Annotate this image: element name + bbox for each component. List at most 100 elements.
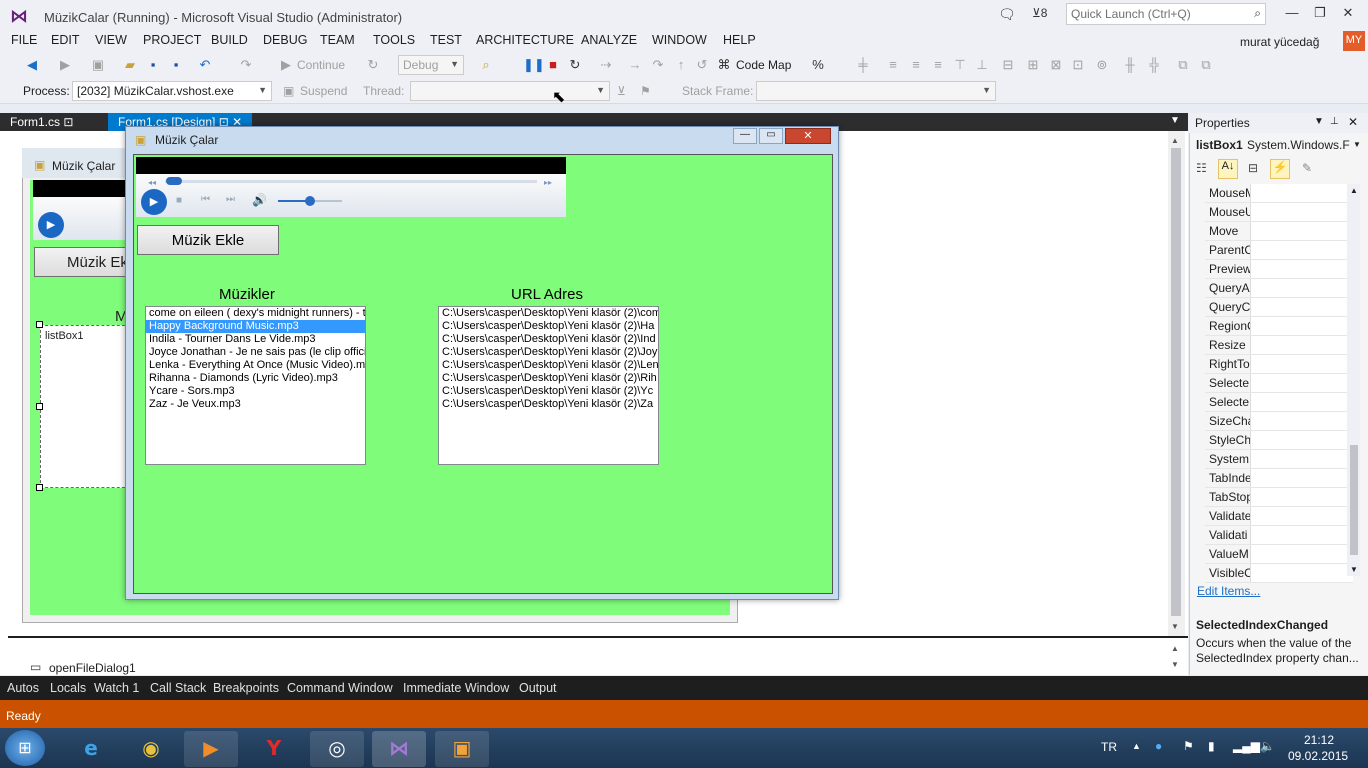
pin-icon[interactable]: ⊡ [63, 115, 73, 129]
align-center-icon[interactable]: ≡ [908, 57, 924, 73]
internet-explorer-icon[interactable]: e [64, 731, 118, 767]
find-icon[interactable]: ⌕ [478, 57, 494, 73]
forward-icon[interactable]: ▶ [57, 57, 73, 73]
edit-items-link[interactable]: Edit Items... [1197, 584, 1260, 598]
property-value[interactable] [1250, 545, 1353, 563]
hex-icon[interactable]: ↺ [694, 57, 710, 73]
step-over-icon[interactable]: ↷ [650, 57, 666, 73]
chevron-down-icon[interactable]: ▼ [1353, 140, 1361, 149]
minimize-button[interactable]: — [1280, 5, 1304, 25]
bring-front-icon[interactable]: ⧉ [1175, 57, 1191, 73]
continue-icon[interactable]: ▶ [278, 57, 294, 73]
property-value[interactable] [1250, 469, 1353, 487]
property-value[interactable] [1250, 412, 1353, 430]
property-value[interactable] [1250, 374, 1353, 392]
maximize-button[interactable]: ❐ [1308, 5, 1332, 25]
property-row[interactable]: ParentC [1205, 241, 1353, 260]
menu-build[interactable]: BUILD [211, 33, 248, 47]
align-right-icon[interactable]: ≡ [930, 57, 946, 73]
properties-pin-icon[interactable]: ⊥ [1330, 116, 1339, 127]
filter-icon[interactable]: ⊻ [617, 84, 626, 98]
show-next-statement-icon[interactable]: ⇢ [598, 57, 614, 73]
make-same-width-icon[interactable]: ⊟ [1000, 57, 1016, 73]
size-to-grid-icon[interactable]: ⊠ [1048, 57, 1064, 73]
property-pages-icon[interactable]: ✎ [1302, 161, 1312, 175]
designer-listbox[interactable] [40, 325, 130, 488]
align-top-icon[interactable]: ⊤ [952, 57, 968, 73]
pause-icon[interactable]: ❚❚ [523, 57, 545, 73]
scroll-thumb[interactable] [1171, 148, 1181, 616]
menu-window[interactable]: WINDOW [652, 33, 707, 47]
flag-icon[interactable]: ⚑ [640, 84, 651, 98]
tab-immediate-window[interactable]: Immediate Window [403, 681, 509, 695]
start-button-icon[interactable]: ⊞ [5, 730, 45, 766]
volume-icon[interactable]: 🔊 [252, 193, 267, 207]
save-all-icon[interactable]: ▪ [168, 57, 184, 73]
menu-project[interactable]: PROJECT [143, 33, 201, 47]
percent-icon[interactable]: % [810, 57, 826, 73]
property-row[interactable]: Selecte [1205, 393, 1353, 412]
new-project-icon[interactable]: ▣ [90, 57, 106, 73]
properties-close-icon[interactable]: ✕ [1348, 115, 1358, 129]
tray-scroll-down-icon[interactable]: ▼ [1171, 660, 1179, 669]
url-list-item[interactable]: C:\Users\casper\Desktop\Yeni klasör (2)\… [439, 359, 658, 372]
feedback-filter-icon[interactable]: ⊻8 [1032, 6, 1047, 20]
tray-scroll-up-icon[interactable]: ▲ [1171, 644, 1179, 653]
menu-test[interactable]: TEST [430, 33, 462, 47]
resize-handle[interactable] [36, 321, 43, 328]
song-list-item[interactable]: Joyce Jonathan - Je ne sais pas (le clip… [146, 346, 365, 359]
property-value[interactable] [1250, 393, 1353, 411]
align-middle-icon[interactable]: ⊥ [974, 57, 990, 73]
notification-icon[interactable]: 🗨 [998, 6, 1016, 23]
property-row[interactable]: TabInde [1205, 469, 1353, 488]
thread-select[interactable]: ▼ [410, 81, 610, 101]
same-size-icon[interactable]: ⊡ [1070, 57, 1086, 73]
song-list-item[interactable]: Indila - Tourner Dans Le Vide.mp3 [146, 333, 365, 346]
tab-form1-cs[interactable]: Form1.cs ⊡ [0, 113, 84, 131]
form-maximize-button[interactable]: ▭ [759, 128, 783, 144]
visual-studio-taskbar-icon[interactable]: ⋈ [372, 731, 426, 767]
rewind-icon[interactable]: ◂◂ [148, 178, 156, 187]
seek-thumb[interactable] [166, 177, 182, 185]
property-value[interactable] [1250, 507, 1353, 525]
url-list-item[interactable]: C:\Users\casper\Desktop\Yeni klasör (2)\… [439, 385, 658, 398]
menu-team[interactable]: TEAM [320, 33, 355, 47]
resize-handle[interactable] [36, 484, 43, 491]
code-map-button[interactable]: Code Map [736, 58, 791, 72]
prop-scroll-up-icon[interactable]: ▲ [1350, 186, 1358, 195]
property-row[interactable]: TabStop [1205, 488, 1353, 507]
url-list-item[interactable]: C:\Users\casper\Desktop\Yeni klasör (2)\… [439, 333, 658, 346]
menu-debug[interactable]: DEBUG [263, 33, 307, 47]
tray-open-file-dialog[interactable]: openFileDialog1 [49, 661, 136, 675]
stop-icon[interactable]: ■ [545, 57, 561, 73]
menu-view[interactable]: VIEW [95, 33, 127, 47]
chrome-icon[interactable]: ◉ [124, 731, 178, 767]
fast-forward-icon[interactable]: ▸▸ [544, 178, 552, 187]
property-row[interactable]: RegionC [1205, 317, 1353, 336]
property-value[interactable] [1250, 203, 1353, 221]
property-row[interactable]: MouseM [1205, 184, 1353, 203]
property-row[interactable]: ValueM [1205, 545, 1353, 564]
play-icon[interactable]: ▶ [141, 189, 167, 215]
seek-bar[interactable] [165, 180, 537, 183]
song-list-item[interactable]: Rihanna - Diamonds (Lyric Video).mp3 [146, 372, 365, 385]
suspend-button[interactable]: Suspend [300, 84, 347, 98]
property-row[interactable]: StyleCh [1205, 431, 1353, 450]
song-list-item[interactable]: Happy Background Music.mp3 [146, 320, 365, 333]
refresh-icon[interactable]: ↻ [365, 57, 381, 73]
prop-scroll-thumb[interactable] [1350, 445, 1358, 555]
events-lightning-icon[interactable]: ⚡ [1270, 159, 1290, 179]
tab-watch-1[interactable]: Watch 1 [94, 681, 139, 695]
property-value[interactable] [1250, 260, 1353, 278]
tab-call-stack[interactable]: Call Stack [150, 681, 206, 695]
property-row[interactable]: QueryA [1205, 279, 1353, 298]
property-value[interactable] [1250, 298, 1353, 316]
property-value[interactable] [1250, 355, 1353, 373]
resize-handle[interactable] [36, 403, 43, 410]
property-row[interactable]: Validati [1205, 526, 1353, 545]
align-left-icon[interactable]: ≡ [885, 57, 901, 73]
urls-listbox[interactable]: C:\Users\casper\Desktop\Yeni klasör (2)\… [438, 306, 659, 465]
send-back-icon[interactable]: ⧉ [1198, 57, 1214, 73]
property-value[interactable] [1250, 526, 1353, 544]
center-icon[interactable]: ╬ [1146, 57, 1162, 73]
